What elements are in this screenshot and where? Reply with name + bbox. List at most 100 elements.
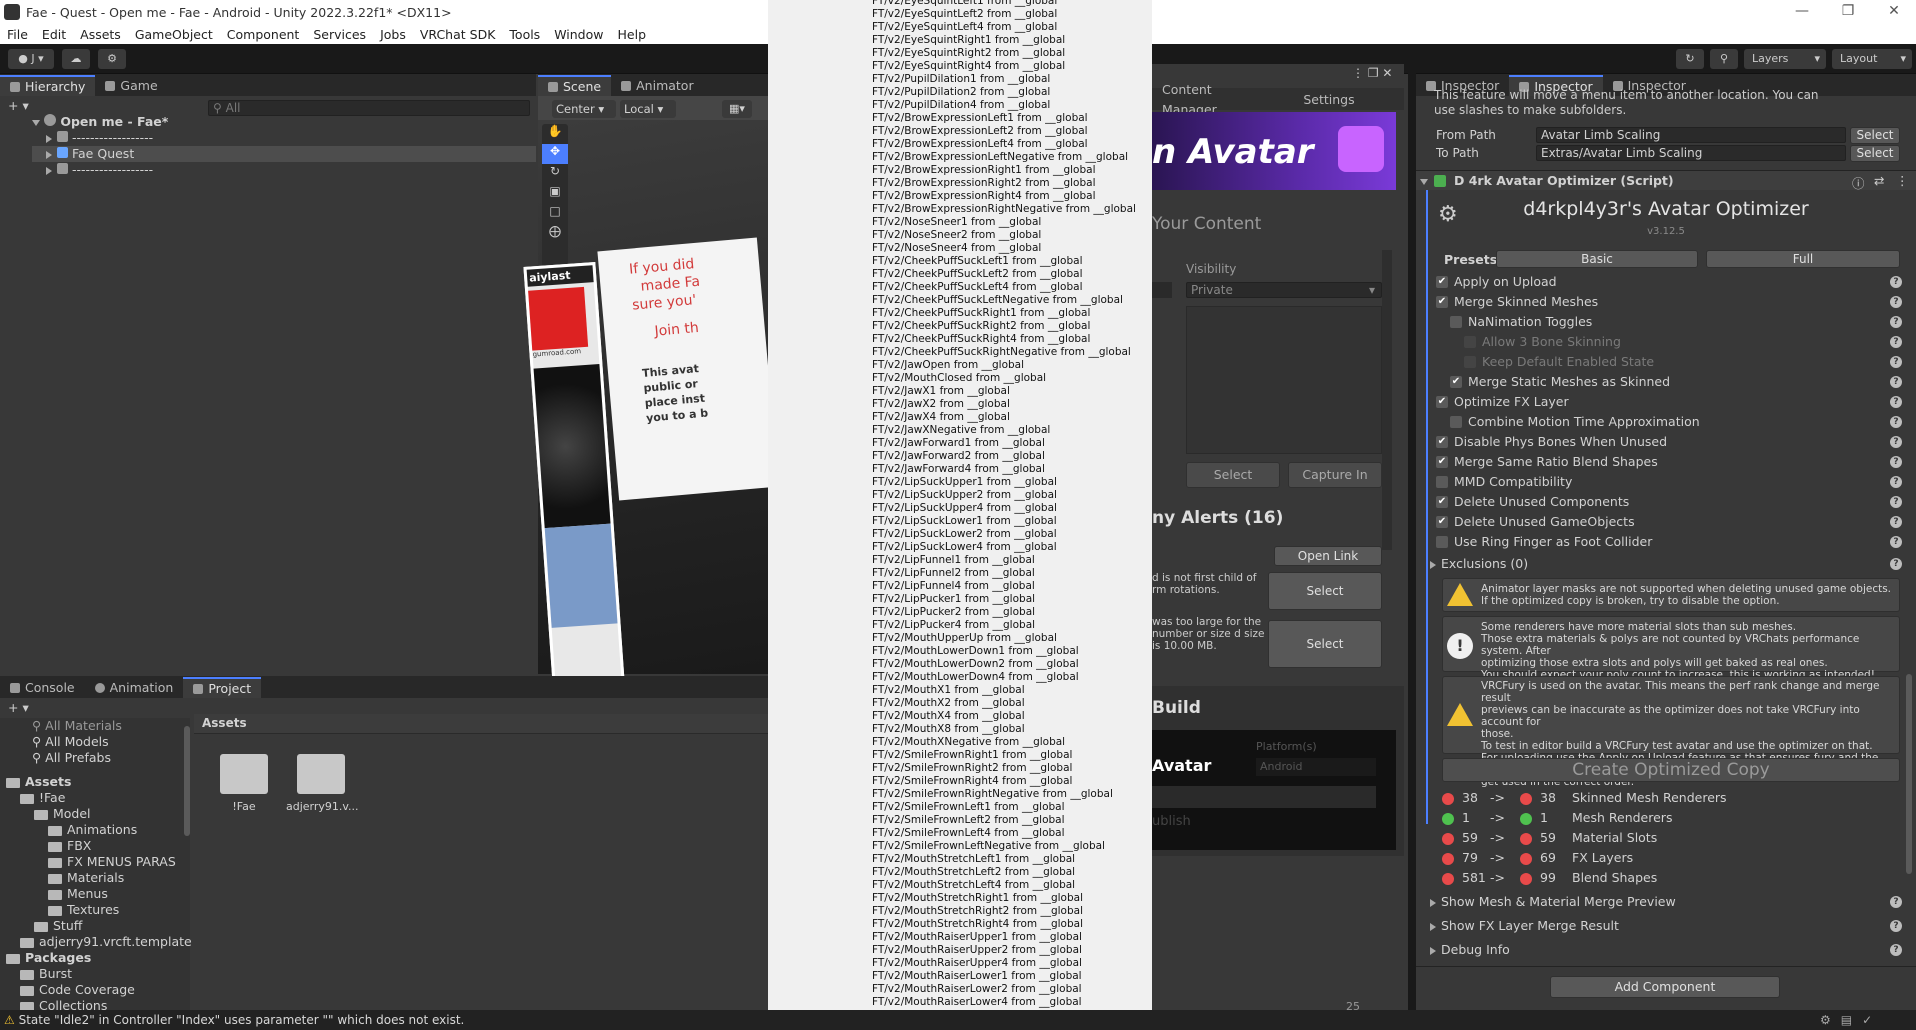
option-checkbox[interactable] (1436, 476, 1448, 488)
option-checkbox[interactable] (1436, 536, 1448, 548)
tab-settings[interactable]: Settings (1270, 89, 1388, 110)
help-icon[interactable]: ? (1890, 436, 1902, 448)
folder-tree-item[interactable]: Textures (48, 902, 119, 918)
help-icon[interactable]: ? (1890, 376, 1902, 388)
preset-basic-button[interactable]: Basic (1496, 250, 1698, 268)
hierarchy-item[interactable]: ------------------ (46, 130, 153, 146)
mesh-merge-preview-foldout[interactable]: Show Mesh & Material Merge Preview (1430, 894, 1676, 910)
add-component-button[interactable]: Add Component (1550, 976, 1780, 998)
visibility-dropdown[interactable]: Private ▾ (1186, 282, 1382, 298)
to-path-field[interactable]: Extras/Avatar Limb Scaling (1536, 145, 1846, 161)
component-help-icon[interactable]: ⓘ (1852, 173, 1865, 192)
help-icon[interactable]: ? (1890, 396, 1902, 408)
folder-tree-item[interactable]: Materials (48, 870, 124, 886)
option-checkbox[interactable]: ✔ (1436, 496, 1448, 508)
rotate-tool-icon[interactable]: ↻ (542, 164, 568, 184)
help-icon[interactable]: ? (1890, 476, 1902, 488)
folder-tree-item[interactable]: FX MENUS PARAS (48, 854, 176, 870)
help-icon[interactable]: ? (1890, 516, 1902, 528)
tab-scene[interactable]: Scene (538, 75, 612, 96)
option-checkbox[interactable]: ✔ (1436, 436, 1448, 448)
menu-gameobject[interactable]: GameObject (128, 27, 220, 42)
folder-tree-item[interactable]: !Fae (20, 790, 65, 806)
folder-tree-item[interactable]: Assets (6, 774, 71, 790)
create-optimized-copy-button[interactable]: Create Optimized Copy (1442, 758, 1900, 782)
tab-console[interactable]: Console (0, 677, 85, 698)
favorite-item[interactable]: ⚲ All Prefabs (32, 750, 111, 766)
folder-tree-item[interactable]: Code Coverage (20, 982, 135, 998)
panel-menu-icon[interactable]: ⋮ ❐ ✕ (1352, 66, 1392, 80)
space-dropdown[interactable]: Local ▾ (620, 100, 676, 118)
tab-project[interactable]: Project (183, 677, 262, 698)
folder-tree-item[interactable]: Stuff (34, 918, 82, 934)
menu-edit[interactable]: Edit (35, 27, 73, 42)
folder-tree-item[interactable]: FBX (48, 838, 91, 854)
preset-full-button[interactable]: Full (1706, 250, 1900, 268)
option-checkbox[interactable]: ✔ (1436, 396, 1448, 408)
folder-tree-item[interactable]: Animations (48, 822, 137, 838)
menu-component[interactable]: Component (220, 27, 307, 42)
exclusions-foldout[interactable]: Exclusions (0) (1430, 556, 1528, 572)
component-menu-icon[interactable]: ⋮ (1896, 173, 1909, 188)
folder-tree-item[interactable]: adjerry91.vrcft.template (20, 934, 192, 950)
help-icon[interactable]: ? (1890, 276, 1902, 288)
capture-button[interactable]: Capture In (1288, 462, 1382, 488)
status-bar[interactable]: ⚠ State "Idle2" in Controller "Index" us… (0, 1010, 1916, 1030)
tab-animation[interactable]: Animation (85, 677, 184, 698)
help-icon[interactable]: ? (1890, 336, 1902, 348)
option-checkbox[interactable]: ✔ (1436, 296, 1448, 308)
asset-folder-fae[interactable]: !Fae (216, 754, 272, 813)
help-icon[interactable]: ? (1890, 296, 1902, 308)
rect-tool-icon[interactable]: □ (542, 204, 568, 224)
help-icon[interactable]: ? (1890, 496, 1902, 508)
help-icon[interactable]: ? (1890, 416, 1902, 428)
hierarchy-item[interactable]: ------------------ (46, 162, 153, 178)
help-icon[interactable]: ? (1890, 316, 1902, 328)
debug-info-foldout[interactable]: Debug Info (1430, 942, 1510, 958)
help-icon[interactable]: ? (1890, 536, 1902, 548)
hierarchy-item-fae-quest[interactable]: Fae Quest (32, 146, 536, 162)
menu-window[interactable]: Window (547, 27, 610, 42)
content-scrollbar[interactable] (1382, 250, 1392, 550)
folder-tree-item[interactable]: Packages (6, 950, 91, 966)
menu-file[interactable]: File (0, 27, 35, 42)
menu-help[interactable]: Help (611, 27, 654, 42)
folder-tree-item[interactable]: Menus (48, 886, 108, 902)
layers-dropdown[interactable]: Layers ▾ (1744, 49, 1826, 69)
tab-hierarchy[interactable]: Hierarchy (0, 75, 96, 96)
content-field[interactable] (1152, 282, 1172, 298)
favorite-item[interactable]: ⚲ All Materials (32, 718, 122, 734)
breadcrumb-assets[interactable]: Assets (202, 716, 247, 730)
help-icon[interactable]: ? (1890, 944, 1902, 956)
menu-vrchat-sdk[interactable]: VRChat SDK (413, 27, 503, 42)
help-icon[interactable]: ? (1890, 456, 1902, 468)
option-checkbox[interactable]: ✔ (1436, 516, 1448, 528)
option-checkbox[interactable]: ✔ (1436, 276, 1448, 288)
grid-snap-icon[interactable]: ▦▾ (722, 100, 752, 118)
help-icon[interactable]: ? (1890, 356, 1902, 368)
build-button[interactable] (1152, 786, 1376, 808)
option-checkbox[interactable] (1464, 336, 1476, 348)
favorite-item[interactable]: ⚲ All Models (32, 734, 109, 750)
from-path-field[interactable]: Avatar Limb Scaling (1536, 127, 1846, 143)
account-dropdown[interactable]: ● J ▾ (8, 49, 54, 69)
close-window-button[interactable]: ✕ (1872, 0, 1916, 24)
layout-dropdown[interactable]: Layout ▾ (1832, 49, 1912, 69)
tab-content-manager[interactable]: Content Manager (1152, 82, 1270, 117)
minimize-button[interactable]: — (1780, 0, 1824, 24)
tab-game[interactable]: Game (95, 75, 167, 96)
menu-assets[interactable]: Assets (73, 27, 128, 42)
to-path-select-button[interactable]: Select (1850, 145, 1900, 162)
open-link-button[interactable]: Open Link (1274, 546, 1382, 566)
tab-animator[interactable]: Animator (611, 75, 703, 96)
hand-tool-icon[interactable]: ✋ (542, 124, 568, 144)
option-checkbox[interactable]: ✔ (1436, 456, 1448, 468)
option-checkbox[interactable] (1450, 416, 1462, 428)
alert-select-button[interactable]: Select (1268, 620, 1382, 668)
help-icon[interactable]: ? (1890, 920, 1902, 932)
publish-button[interactable]: ublish (1152, 814, 1191, 829)
transform-tool-icon[interactable]: ⨁ (542, 224, 568, 244)
select-image-button[interactable]: Select (1186, 462, 1280, 488)
menu-jobs[interactable]: Jobs (373, 27, 413, 42)
menu-tools[interactable]: Tools (502, 27, 547, 42)
